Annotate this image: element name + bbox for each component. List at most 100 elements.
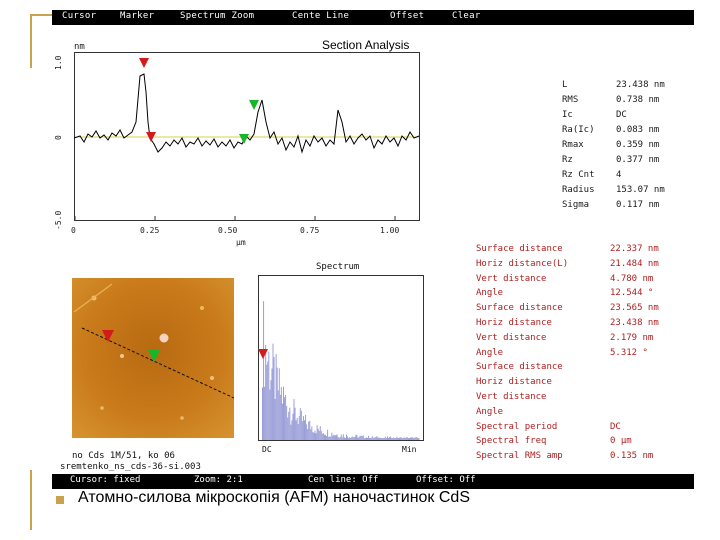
spectrum-plot bbox=[258, 275, 424, 441]
stat-value: 0.377 nm bbox=[616, 155, 660, 165]
section-x-tick-4: 1.00 bbox=[380, 226, 400, 235]
spectrum-bar bbox=[329, 436, 331, 440]
spectrum-bar bbox=[402, 438, 404, 440]
spectrum-bar bbox=[379, 438, 381, 440]
spectrum-bar bbox=[319, 426, 321, 440]
spectrum-bar bbox=[401, 438, 403, 440]
spectrum-bar bbox=[355, 434, 357, 440]
stat-value: 0.083 nm bbox=[616, 125, 660, 135]
spectrum-bar bbox=[305, 414, 307, 440]
spectrum-bar bbox=[315, 433, 317, 440]
menu-item-cursor[interactable]: Cursor bbox=[62, 11, 96, 21]
spectrum-bar bbox=[386, 436, 388, 440]
spectrum-bar bbox=[370, 438, 372, 440]
measurement-label: Vert distance bbox=[476, 392, 547, 402]
spectrum-bar bbox=[377, 438, 379, 440]
stat-label: Sigma bbox=[562, 200, 590, 210]
measurement-panel: Surface distance 22.337 nm Horiz distance(… bbox=[460, 238, 694, 474]
spectrum-bar bbox=[409, 438, 410, 440]
spectrum-bar bbox=[300, 410, 302, 440]
spectrum-bar bbox=[339, 436, 341, 440]
menu-item-offset[interactable]: Offset bbox=[390, 11, 424, 21]
spectrum-bar bbox=[335, 435, 337, 440]
section-x-tick-1: 0.25 bbox=[140, 226, 160, 235]
section-title: Section Analysis bbox=[322, 38, 410, 52]
spectrum-bar bbox=[376, 436, 378, 440]
spectrum-bar bbox=[290, 424, 292, 440]
measurement-label: Horiz distance bbox=[476, 318, 552, 328]
measurement-label: Horiz distance(L) bbox=[476, 258, 569, 269]
measurement-value: DC bbox=[610, 421, 621, 432]
spectrum-bar bbox=[348, 438, 350, 440]
spectrum-bar bbox=[341, 437, 343, 440]
afm-bright-spot bbox=[100, 406, 104, 410]
status-cursor[interactable]: Cursor: fixed bbox=[70, 475, 140, 485]
spectrum-bar bbox=[412, 437, 414, 440]
spectrum-bar bbox=[306, 424, 308, 440]
spectrum-bar bbox=[393, 437, 395, 440]
section-stats-panel: L 23.438 nm RMS 0.738 nm Ic DC Ra(Ic) 0.… bbox=[548, 72, 694, 218]
spectrum-bar bbox=[350, 438, 352, 440]
spectrum-bar bbox=[308, 421, 310, 440]
spectrum-bar bbox=[346, 434, 347, 440]
stat-value: 0.117 nm bbox=[616, 200, 660, 210]
spectrum-bar bbox=[403, 437, 405, 440]
measurement-value: 12.544 ° bbox=[610, 288, 654, 299]
spectrum-bar bbox=[310, 429, 312, 440]
spectrum-bar bbox=[384, 436, 386, 440]
spectrum-bar bbox=[392, 438, 394, 440]
status-zoom[interactable]: Zoom: 2:1 bbox=[194, 475, 243, 485]
measurement-label: Angle bbox=[476, 288, 504, 299]
stat-label: Radius bbox=[562, 185, 595, 195]
spectrum-bar bbox=[320, 430, 322, 440]
section-profile-plot bbox=[74, 52, 420, 221]
spectrum-bar bbox=[332, 435, 334, 440]
menu-item-spectrum-zoom[interactable]: Spectrum Zoom bbox=[180, 11, 254, 21]
spectrum-bar bbox=[416, 437, 418, 440]
spectrum-bar bbox=[313, 432, 315, 440]
measurement-label: Surface distance bbox=[476, 362, 563, 373]
spectrum-bar bbox=[334, 435, 336, 440]
status-center-line[interactable]: Cen line: Off bbox=[308, 475, 378, 485]
spectrum-bar bbox=[390, 436, 392, 440]
section-y-tick-mid: 0 bbox=[54, 135, 63, 140]
spectrum-bar bbox=[371, 437, 373, 440]
measurement-label: Horiz distance bbox=[476, 377, 552, 388]
spectrum-bar bbox=[280, 387, 282, 440]
spectrum-bar bbox=[265, 345, 267, 440]
spectrum-bar bbox=[298, 416, 300, 440]
spectrum-bar bbox=[328, 436, 330, 440]
spectrum-bar bbox=[304, 420, 305, 440]
spectrum-bar bbox=[399, 437, 401, 440]
spectrum-bar bbox=[418, 438, 420, 440]
spectrum-bar bbox=[307, 428, 309, 440]
spectrum-bar bbox=[286, 405, 288, 440]
measurement-label: Spectral freq bbox=[476, 436, 547, 447]
afm-bright-spot bbox=[210, 376, 214, 380]
spectrum-bar bbox=[316, 425, 318, 440]
measurement-label: Surface distance bbox=[476, 303, 563, 314]
spectrum-bar bbox=[414, 437, 416, 440]
spectrum-bar bbox=[288, 411, 290, 440]
measurement-value: 5.312 ° bbox=[610, 347, 648, 358]
afm-height-image[interactable] bbox=[72, 278, 234, 438]
spectrum-bar bbox=[358, 436, 360, 440]
measurement-value: 0.135 nm bbox=[610, 451, 654, 462]
spectrum-bar bbox=[410, 437, 412, 440]
menu-item-clear[interactable]: Clear bbox=[452, 11, 481, 21]
measurement-value: 23.438 nm bbox=[610, 318, 659, 328]
spectrum-bar bbox=[353, 437, 355, 440]
stat-value: 0.359 nm bbox=[616, 140, 660, 150]
status-offset[interactable]: Offset: Off bbox=[416, 475, 476, 485]
spectrum-bar bbox=[293, 399, 295, 440]
menu-item-marker[interactable]: Marker bbox=[120, 11, 154, 21]
spectrum-bar bbox=[287, 417, 289, 440]
menu-item-center-line[interactable]: Cente Line bbox=[292, 11, 349, 21]
spectrum-bar bbox=[406, 437, 408, 440]
spectrum-bar bbox=[381, 437, 383, 440]
spectrum-bar bbox=[397, 438, 399, 440]
frame-vertical-line bbox=[30, 14, 32, 68]
afm-bright-spot bbox=[200, 306, 204, 310]
spectrum-bar bbox=[360, 435, 362, 440]
spectrum-bar bbox=[396, 436, 398, 440]
